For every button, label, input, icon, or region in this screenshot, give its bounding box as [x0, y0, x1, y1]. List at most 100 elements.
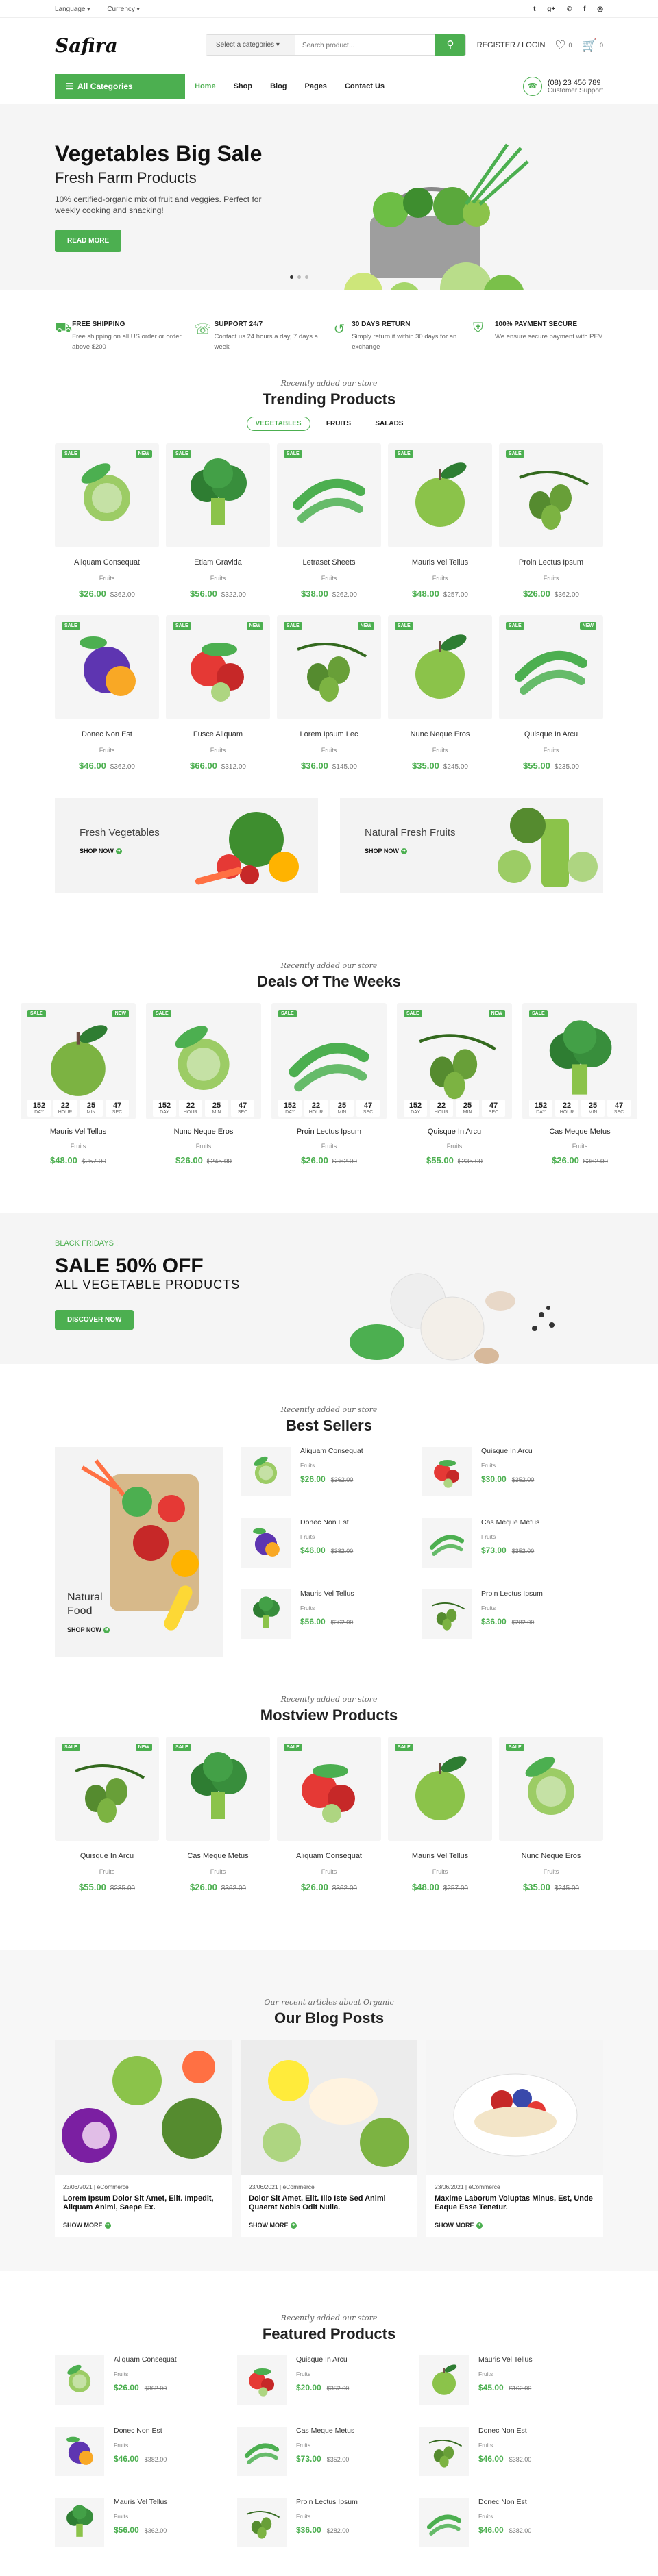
blog-image[interactable]	[241, 2040, 417, 2175]
list-item[interactable]: Mauris Vel Tellus Fruits $56.00 $362.00	[55, 2498, 237, 2569]
product-name[interactable]: Proin Lectus Ipsum	[499, 558, 603, 567]
product-card[interactable]: SALE NEW Quisque In Arcu Fruits $55.00 $2…	[55, 1737, 159, 1892]
copyright-icon[interactable]: ©	[567, 5, 572, 13]
product-image[interactable]: SALE	[388, 1737, 492, 1841]
tab-fruits[interactable]: FRUITS	[318, 417, 359, 430]
product-card[interactable]: SALE NEW Lorem Ipsum Lec Fruits $36.00 $1…	[277, 615, 381, 771]
list-item[interactable]: Cas Meque Metus Fruits $73.00 $352.00	[237, 2427, 419, 2498]
product-image[interactable]: SALE	[166, 443, 270, 547]
blog-image[interactable]	[426, 2040, 603, 2175]
product-image[interactable]: SALE	[388, 443, 492, 547]
product-card[interactable]: SALE NEW Fusce Aliquam Fruits $66.00 $312…	[166, 615, 270, 771]
product-name[interactable]: Proin Lectus Ipsum	[271, 1128, 387, 1136]
product-image[interactable]: SALE	[277, 1737, 381, 1841]
product-image[interactable]	[237, 2498, 287, 2548]
product-image[interactable]: SALE NEW	[499, 615, 603, 719]
blog-title[interactable]: Maxime Laborum Voluptas Minus, Est, Unde…	[435, 2194, 595, 2212]
product-image[interactable]	[237, 2427, 287, 2477]
currency-select[interactable]: Currency	[107, 5, 140, 13]
product-image[interactable]	[419, 2427, 469, 2477]
product-card[interactable]: SALE Mauris Vel Tellus Fruits $48.00 $257…	[388, 443, 492, 599]
read-more-button[interactable]: READ MORE	[55, 230, 122, 252]
product-image[interactable]: SALE	[166, 1737, 270, 1841]
product-name[interactable]: Cas Meque Metus	[166, 1852, 270, 1860]
product-card[interactable]: SALE Proin Lectus Ipsum Fruits $26.00 $36…	[499, 443, 603, 599]
product-image[interactable]: SALE	[499, 1737, 603, 1841]
product-name[interactable]: Letraset Sheets	[277, 558, 381, 567]
product-name[interactable]: Aliquam Consequat	[277, 1852, 381, 1860]
instagram-icon[interactable]: ◎	[597, 5, 603, 13]
list-item[interactable]: Proin Lectus Ipsum Fruits $36.00 $282.00	[422, 1589, 603, 1661]
discover-now-button[interactable]: DISCOVER NOW	[55, 1310, 134, 1330]
list-item[interactable]: Donec Non Est Fruits $46.00 $382.00	[419, 2498, 602, 2569]
product-image[interactable]	[241, 1518, 291, 1568]
product-image[interactable]: SALE 152 DAY 22 HOUR 25 MIN 47 SEC	[271, 1003, 387, 1119]
product-card[interactable]: SALE NEW Quisque In Arcu Fruits $55.00 $2…	[499, 615, 603, 771]
blog-post[interactable]: 23/06/2021 | eCommerce Maxime Laborum Vo…	[426, 2040, 603, 2238]
product-image[interactable]: SALE NEW	[55, 443, 159, 547]
product-name[interactable]: Mauris Vel Tellus	[388, 558, 492, 567]
product-name[interactable]: Donec Non Est	[478, 2427, 531, 2435]
list-item[interactable]: Donec Non Est Fruits $46.00 $382.00	[419, 2427, 602, 2498]
nav-contact[interactable]: Contact Us	[345, 82, 385, 90]
product-image[interactable]	[422, 1518, 472, 1568]
nav-pages[interactable]: Pages	[305, 82, 327, 90]
product-card[interactable]: SALE NEW Aliquam Consequat Fruits $26.00…	[55, 443, 159, 599]
product-name[interactable]: Quisque In Arcu	[55, 1852, 159, 1860]
product-image[interactable]: SALE 152 DAY 22 HOUR 25 MIN 47 SEC	[522, 1003, 637, 1119]
product-name[interactable]: Quisque In Arcu	[481, 1447, 534, 1455]
product-image[interactable]	[55, 2498, 104, 2548]
all-categories-button[interactable]: ☰ All Categories	[55, 74, 185, 99]
product-card[interactable]: SALE Aliquam Consequat Fruits $26.00 $362…	[277, 1737, 381, 1892]
blog-post[interactable]: 23/06/2021 | eCommerce Lorem Ipsum Dolor…	[55, 2040, 232, 2238]
product-name[interactable]: Mauris Vel Tellus	[478, 2355, 533, 2364]
product-image[interactable]	[55, 2355, 104, 2405]
list-item[interactable]: Mauris Vel Tellus Fruits $56.00 $362.00	[241, 1589, 422, 1661]
product-image[interactable]: SALE	[388, 615, 492, 719]
list-item[interactable]: Quisque In Arcu Fruits $30.00 $352.00	[422, 1447, 603, 1518]
product-name[interactable]: Proin Lectus Ipsum	[481, 1589, 543, 1598]
list-item[interactable]: Donec Non Est Fruits $46.00 $382.00	[241, 1518, 422, 1589]
register-login-link[interactable]: REGISTER / LOGIN	[477, 41, 546, 49]
deal-card[interactable]: SALE NEW 152 DAY 22 HOUR 25 MIN 47 SEC Quisq…	[397, 1003, 512, 1165]
product-image[interactable]: SALE NEW 152 DAY 22 HOUR 25 MIN 47 SEC	[21, 1003, 136, 1119]
product-name[interactable]: Quisque In Arcu	[397, 1128, 512, 1136]
product-image[interactable]	[237, 2355, 287, 2405]
product-name[interactable]: Proin Lectus Ipsum	[296, 2498, 358, 2506]
product-image[interactable]: SALE NEW 152 DAY 22 HOUR 25 MIN 47 SEC	[397, 1003, 512, 1119]
product-image[interactable]	[419, 2355, 469, 2405]
list-item[interactable]: Mauris Vel Tellus Fruits $45.00 $162.00	[419, 2355, 602, 2427]
product-card[interactable]: SALE Nunc Neque Eros Fruits $35.00 $245.0…	[499, 1737, 603, 1892]
show-more-link[interactable]: SHOW MORE ➜	[435, 2222, 595, 2229]
product-card[interactable]: SALE Donec Non Est Fruits $46.00 $362.00	[55, 615, 159, 771]
list-item[interactable]: Proin Lectus Ipsum Fruits $36.00 $282.00	[237, 2498, 419, 2569]
product-name[interactable]: Nunc Neque Eros	[499, 1852, 603, 1860]
product-name[interactable]: Mauris Vel Tellus	[300, 1589, 354, 1598]
product-image[interactable]: SALE NEW	[277, 615, 381, 719]
blog-image[interactable]	[55, 2040, 232, 2175]
tab-salads[interactable]: SALADS	[367, 417, 411, 430]
search-button[interactable]: ⚲	[435, 34, 465, 56]
list-item[interactable]: Quisque In Arcu Fruits $20.00 $352.00	[237, 2355, 419, 2427]
blog-post[interactable]: 23/06/2021 | eCommerce Dolor Sit Amet, E…	[241, 2040, 417, 2238]
list-item[interactable]: Aliquam Consequat Fruits $26.00 $362.00	[55, 2355, 237, 2427]
product-card[interactable]: SALE Nunc Neque Eros Fruits $35.00 $245.0…	[388, 615, 492, 771]
show-more-link[interactable]: SHOW MORE ➜	[63, 2222, 223, 2229]
product-card[interactable]: SALE Letraset Sheets Fruits $38.00 $262.0…	[277, 443, 381, 599]
list-item[interactable]: Aliquam Consequat Fruits $26.00 $362.00	[241, 1447, 422, 1518]
twitter-icon[interactable]: t	[533, 5, 535, 13]
product-name[interactable]: Etiam Gravida	[166, 558, 270, 567]
product-name[interactable]: Cas Meque Metus	[296, 2427, 354, 2435]
list-item[interactable]: Donec Non Est Fruits $46.00 $382.00	[55, 2427, 237, 2498]
deal-card[interactable]: SALE NEW 152 DAY 22 HOUR 25 MIN 47 SEC Mauri…	[21, 1003, 136, 1165]
blog-title[interactable]: Dolor Sit Amet, Elit. Illo Iste Sed Anim…	[249, 2194, 409, 2212]
product-name[interactable]: Nunc Neque Eros	[388, 730, 492, 739]
product-name[interactable]: Aliquam Consequat	[55, 558, 159, 567]
product-image[interactable]: SALE 152 DAY 22 HOUR 25 MIN 47 SEC	[146, 1003, 261, 1119]
product-name[interactable]: Mauris Vel Tellus	[21, 1128, 136, 1136]
heart-icon[interactable]: ♡	[555, 38, 565, 53]
google-plus-icon[interactable]: g+	[547, 5, 555, 13]
natural-food-banner[interactable]: Natural Food SHOP NOW ➜	[55, 1447, 223, 1657]
nav-home[interactable]: Home	[195, 82, 216, 90]
product-name[interactable]: Quisque In Arcu	[296, 2355, 349, 2364]
